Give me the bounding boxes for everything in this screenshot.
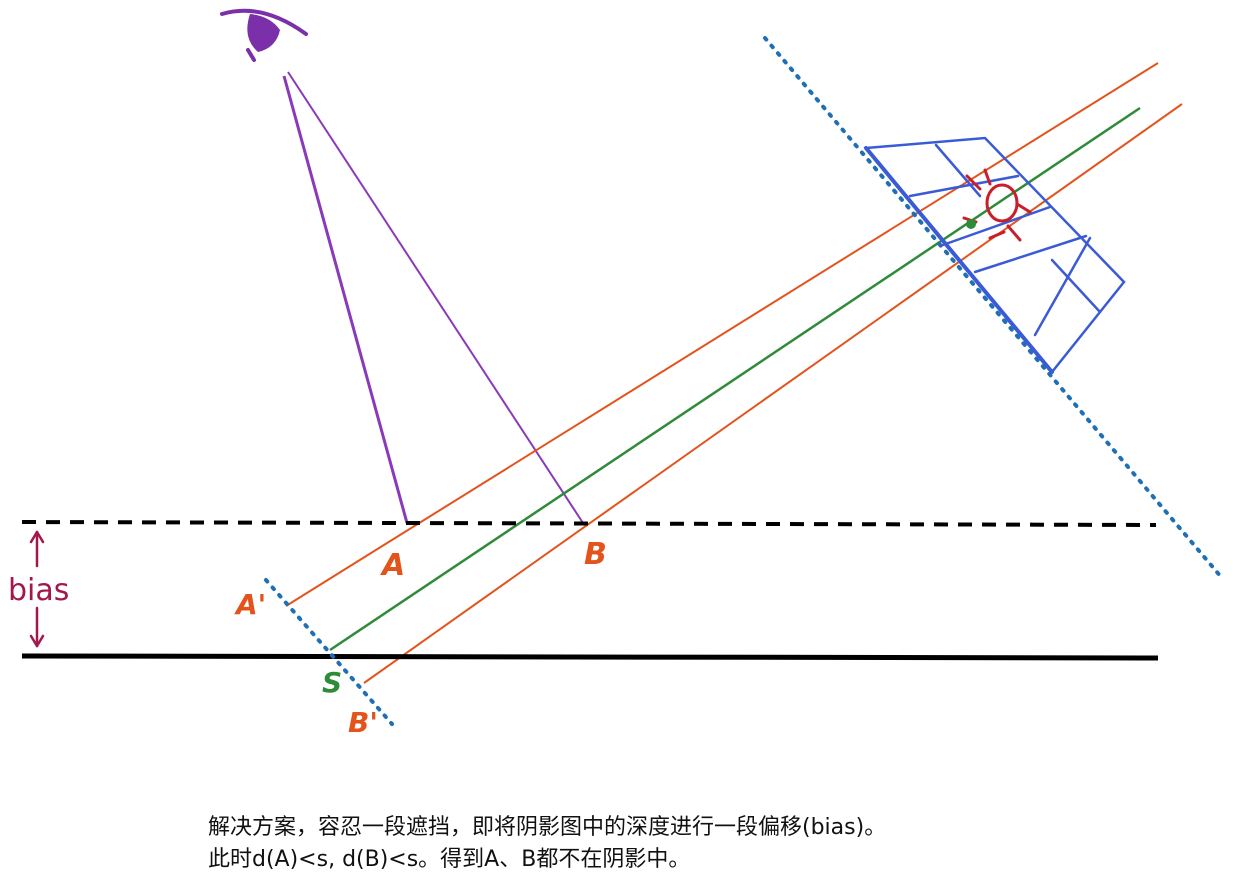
light-plane-dotted [763, 36, 1224, 580]
eye-icon [220, 8, 308, 62]
light-center-point [966, 219, 976, 229]
label-b: B [584, 537, 607, 572]
texel-footprint-dotted [264, 578, 394, 726]
label-b-prime: B' [348, 706, 378, 739]
light-ray-lower [363, 103, 1183, 684]
caption-line-1: 解决方案，容忍一段遮挡，即将阴影图中的深度进行一段偏移(bias)。 [208, 815, 887, 840]
view-ray-to-b [287, 71, 584, 524]
view-ray-to-a [282, 75, 409, 524]
surface-line [21, 653, 1159, 661]
caption: 解决方案，容忍一段遮挡，即将阴影图中的深度进行一段偏移(bias)。 此时d(A… [208, 812, 1108, 876]
label-a: A [380, 548, 405, 583]
label-bias: bias [8, 573, 69, 608]
shadow-bias-diagram: bias A B A' S B' [8, 8, 1224, 739]
caption-line-2: 此时d(A)<s, d(B)<s。得到A、B都不在阴影中。 [208, 847, 691, 872]
light-ray-center [329, 106, 1141, 652]
label-s: S [322, 666, 342, 699]
label-a-prime: A' [234, 588, 266, 621]
